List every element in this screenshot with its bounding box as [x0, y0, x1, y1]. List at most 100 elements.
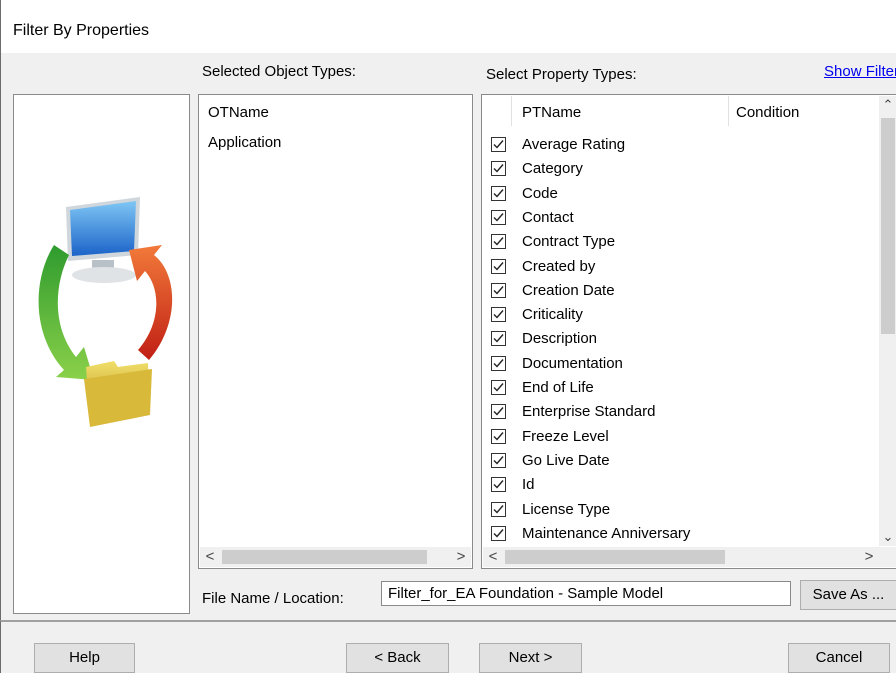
checkbox[interactable] — [491, 428, 506, 444]
column-divider — [511, 96, 512, 126]
checkmark-icon — [493, 261, 504, 271]
cancel-button[interactable]: Cancel — [788, 643, 890, 673]
show-filter-link[interactable]: Show Filter — [824, 63, 896, 80]
checkbox[interactable] — [491, 525, 506, 541]
back-button[interactable]: < Back — [346, 643, 449, 673]
property-type-name: Go Live Date — [522, 451, 610, 469]
property-type-name: Maintenance Anniversary — [522, 524, 691, 542]
sync-computer-folder-icon — [38, 197, 173, 427]
property-type-name: Documentation — [522, 354, 623, 372]
property-type-name: Enterprise Standard — [522, 403, 656, 421]
checkmark-icon — [493, 431, 504, 441]
next-button[interactable]: Next > — [479, 643, 582, 673]
condition-column-header[interactable]: Condition — [736, 104, 799, 121]
property-type-name: End of Life — [522, 379, 594, 396]
property-type-row[interactable]: Criticality — [482, 303, 872, 327]
scroll-up-icon[interactable]: ⌃ — [879, 96, 896, 114]
horizontal-scrollbar[interactable]: < > — [483, 547, 896, 567]
property-type-row[interactable]: Code — [482, 182, 872, 206]
scrollbar-thumb[interactable] — [505, 550, 725, 564]
property-type-row[interactable]: Go Live Date — [482, 449, 872, 473]
property-type-row[interactable]: License Type — [482, 498, 872, 522]
dialog-header: Filter By Properties — [0, 0, 896, 53]
property-type-name: Freeze Level — [522, 427, 609, 445]
scroll-left-icon[interactable]: < — [200, 547, 220, 567]
checkbox[interactable] — [491, 258, 506, 274]
dialog-title: Filter By Properties — [13, 22, 150, 39]
checkbox[interactable] — [491, 161, 506, 177]
checkbox[interactable] — [491, 355, 506, 371]
horizontal-scrollbar[interactable]: < > — [200, 547, 471, 567]
help-button[interactable]: Help — [34, 643, 135, 673]
otname-column-header[interactable]: OTName — [208, 104, 269, 121]
property-type-name: Creation Date — [522, 281, 615, 299]
property-type-row[interactable]: Documentation — [482, 352, 872, 376]
checkmark-icon — [493, 334, 504, 343]
checkbox[interactable] — [491, 137, 506, 152]
selected-object-types-label: Selected Object Types: — [202, 63, 356, 80]
checkbox[interactable] — [491, 501, 506, 517]
property-type-name: Code — [522, 184, 558, 202]
scrollbar-thumb[interactable] — [222, 550, 427, 564]
checkbox[interactable] — [491, 282, 506, 298]
column-divider — [728, 96, 729, 126]
checkmark-icon — [493, 455, 504, 465]
property-type-row[interactable]: Freeze Level — [482, 425, 872, 449]
scroll-right-icon[interactable]: > — [859, 547, 879, 567]
property-type-row[interactable]: Description — [482, 327, 872, 351]
checkmark-icon — [493, 504, 504, 514]
file-name-input[interactable]: Filter_for_EA Foundation - Sample Model — [381, 581, 791, 606]
property-type-name: Average Rating — [522, 136, 626, 153]
property-type-name: License Type — [522, 500, 611, 518]
checkmark-icon — [493, 480, 504, 489]
checkbox[interactable] — [491, 404, 506, 420]
vertical-scrollbar[interactable]: ⌃ ⌄ — [879, 96, 896, 546]
checkmark-icon — [493, 407, 504, 416]
checkbox[interactable] — [491, 452, 506, 468]
checkmark-icon — [493, 212, 504, 222]
property-type-name: Description — [522, 330, 598, 348]
checkmark-icon — [493, 164, 504, 173]
property-type-row[interactable]: End of Life — [482, 376, 872, 400]
wizard-illustration — [13, 94, 190, 614]
scroll-right-icon[interactable]: > — [451, 547, 471, 567]
property-type-row[interactable]: Contact — [482, 206, 872, 230]
property-type-row[interactable]: Created by — [482, 255, 872, 279]
checkbox[interactable] — [491, 380, 506, 395]
property-type-row[interactable]: Category — [482, 157, 872, 181]
property-types-list[interactable]: PTName Condition Average Rating Category C… — [481, 94, 896, 569]
ptname-column-header[interactable]: PTName — [522, 104, 581, 121]
file-name-location-label: File Name / Location: — [202, 590, 344, 607]
checkbox[interactable] — [491, 331, 506, 347]
wizard-button-bar: Help < Back Next > Cancel — [0, 620, 896, 673]
scroll-down-icon[interactable]: ⌄ — [879, 528, 896, 546]
property-type-row[interactable]: Maintenance Anniversary — [482, 522, 872, 546]
checkbox[interactable] — [491, 234, 506, 250]
checkmark-icon — [493, 188, 504, 198]
property-type-name: Contact — [522, 208, 574, 226]
checkbox[interactable] — [491, 307, 506, 323]
checkbox[interactable] — [491, 209, 506, 225]
checkbox[interactable] — [491, 477, 506, 493]
property-type-row[interactable]: Enterprise Standard — [482, 400, 872, 424]
property-type-row[interactable]: Creation Date — [482, 279, 872, 303]
checkmark-icon — [493, 285, 504, 295]
checkbox[interactable] — [491, 185, 506, 201]
checkmark-icon — [493, 358, 504, 368]
checkmark-icon — [493, 140, 504, 149]
scrollbar-thumb[interactable] — [881, 118, 895, 334]
scroll-left-icon[interactable]: < — [483, 547, 503, 567]
property-type-name: Category — [522, 160, 583, 178]
save-as-button[interactable]: Save As ... — [800, 580, 896, 610]
object-types-list[interactable]: OTName Application < > — [198, 94, 473, 569]
property-type-name: Id — [522, 476, 535, 494]
property-type-name: Contract Type — [522, 233, 616, 251]
property-type-row[interactable]: Id — [482, 473, 872, 497]
checkmark-icon — [493, 237, 504, 246]
list-item[interactable]: Application — [208, 134, 281, 151]
property-type-row[interactable]: Average Rating — [482, 133, 872, 157]
property-type-row[interactable]: Contract Type — [482, 230, 872, 254]
checkmark-icon — [493, 528, 504, 538]
checkmark-icon — [493, 310, 504, 319]
checkmark-icon — [493, 383, 504, 392]
